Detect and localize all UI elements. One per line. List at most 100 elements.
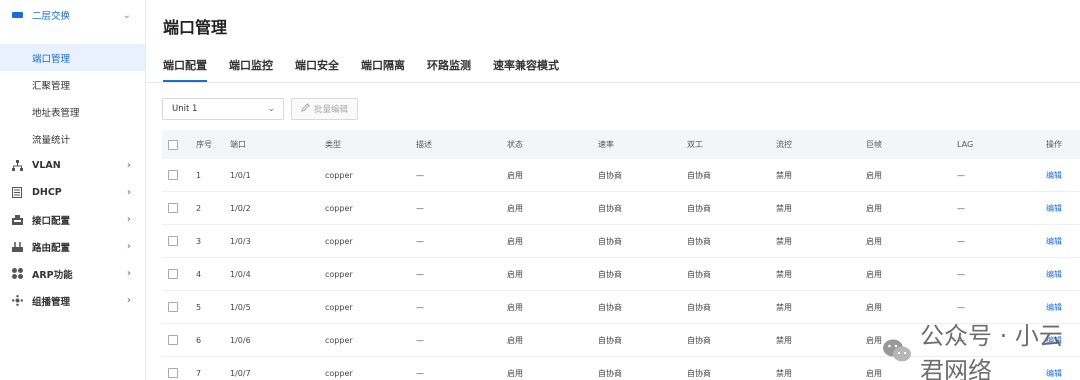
sidebar: 二层交换 ⌄ 端口管理 汇聚管理 地址表管理 流量统计 VLAN › DHCP … <box>0 0 146 380</box>
tab-port-config[interactable]: 端口配置 <box>163 56 207 82</box>
sidebar-item-label: VLAN <box>32 160 61 171</box>
sidebar-item-label: 地址表管理 <box>32 107 80 119</box>
cell-description: — <box>416 203 424 213</box>
cell-description: — <box>416 368 424 378</box>
sidebar-item-interface-config[interactable]: 接口配置 › <box>0 206 145 233</box>
dhcp-icon <box>11 187 23 199</box>
cell-jumbo-frame: 启用 <box>866 170 882 180</box>
cell-rate: 自协商 <box>598 236 622 246</box>
sidebar-item-port-management[interactable]: 端口管理 <box>0 44 145 71</box>
cell-duplex: 自协商 <box>687 269 711 279</box>
edit-link[interactable]: 编辑 <box>1046 302 1062 313</box>
cell-description: — <box>416 269 424 279</box>
edit-link[interactable]: 编辑 <box>1046 236 1062 247</box>
main-panel: 端口管理 端口配置 端口监控 端口安全 端口隔离 环路监测 速率兼容模式 Uni… <box>146 0 1080 380</box>
cell-duplex: 自协商 <box>687 302 711 312</box>
sidebar-item-label: 端口管理 <box>32 53 71 65</box>
sidebar-item-dhcp[interactable]: DHCP › <box>0 179 145 206</box>
arp-icon <box>11 268 23 280</box>
column-header-type: 类型 <box>325 140 341 149</box>
cell-description: — <box>416 335 424 345</box>
cell-description: — <box>416 170 424 180</box>
multicast-icon <box>11 295 23 307</box>
edit-link[interactable]: 编辑 <box>1046 203 1062 214</box>
row-checkbox[interactable] <box>168 335 178 345</box>
sidebar-item-label: 流量统计 <box>32 134 71 146</box>
cell-type: copper <box>325 335 353 345</box>
chevron-right-icon: › <box>126 295 131 306</box>
cell-no: 5 <box>196 302 202 312</box>
toolbar: Unit 1 ⌄ 批量编辑 <box>162 98 358 120</box>
cell-lag: — <box>957 203 965 213</box>
cell-flow-control: 禁用 <box>776 203 792 213</box>
cell-duplex: 自协商 <box>687 368 711 378</box>
sidebar-item-routing-config[interactable]: 路由配置 › <box>0 233 145 260</box>
column-header-action: 操作 <box>1046 140 1062 149</box>
row-checkbox[interactable] <box>168 302 178 312</box>
cell-rate: 自协商 <box>598 203 622 213</box>
cell-status: 启用 <box>507 302 523 312</box>
cell-no: 2 <box>196 203 202 213</box>
select-all-checkbox[interactable] <box>168 139 178 150</box>
cell-lag: — <box>957 236 965 246</box>
cell-jumbo-frame: 启用 <box>866 302 882 312</box>
edit-link[interactable]: 编辑 <box>1046 269 1062 280</box>
column-header-jumbo-frame: 巨帧 <box>866 140 882 149</box>
cell-flow-control: 禁用 <box>776 302 792 312</box>
row-checkbox[interactable] <box>168 269 178 279</box>
cell-flow-control: 禁用 <box>776 335 792 345</box>
edit-link[interactable]: 编辑 <box>1046 170 1062 181</box>
tab-port-monitor[interactable]: 端口监控 <box>229 56 273 82</box>
sidebar-item-multicast[interactable]: 组播管理 › <box>0 287 145 314</box>
sidebar-item-address-table[interactable]: 地址表管理 <box>0 98 145 125</box>
chevron-right-icon: › <box>126 268 131 279</box>
cell-port: 1/0/5 <box>230 302 251 312</box>
unit-select[interactable]: Unit 1 ⌄ <box>162 98 284 120</box>
cell-jumbo-frame: 启用 <box>866 368 882 378</box>
cell-no: 6 <box>196 335 202 345</box>
cell-type: copper <box>325 368 353 378</box>
table-header: 序号 端口 类型 描述 状态 速率 双工 流控 巨帧 LAG 操作 <box>162 130 1080 159</box>
cell-status: 启用 <box>507 236 523 246</box>
tab-rate-compat-mode[interactable]: 速率兼容模式 <box>493 56 559 82</box>
cell-type: copper <box>325 269 353 279</box>
tab-loop-detection[interactable]: 环路监测 <box>427 56 471 82</box>
table-row: 4 1/0/4 copper — 启用 自协商 自协商 禁用 启用 — 编辑 <box>162 258 1080 291</box>
cell-port: 1/0/4 <box>230 269 251 279</box>
cell-jumbo-frame: 启用 <box>866 203 882 213</box>
tab-port-security[interactable]: 端口安全 <box>295 56 339 82</box>
row-checkbox[interactable] <box>168 368 178 378</box>
cell-flow-control: 禁用 <box>776 269 792 279</box>
cell-port: 1/0/7 <box>230 368 251 378</box>
switch-icon <box>11 9 23 21</box>
sidebar-item-aggregation[interactable]: 汇聚管理 <box>0 71 145 98</box>
interface-icon <box>11 214 23 226</box>
cell-port: 1/0/3 <box>230 236 251 246</box>
router-icon <box>11 241 23 253</box>
cell-status: 启用 <box>507 335 523 345</box>
cell-duplex: 自协商 <box>687 170 711 180</box>
cell-lag: — <box>957 170 965 180</box>
column-header-flow-control: 流控 <box>776 140 792 149</box>
column-header-status: 状态 <box>507 140 523 149</box>
cell-lag: — <box>957 269 965 279</box>
cell-rate: 自协商 <box>598 170 622 180</box>
tab-port-isolation[interactable]: 端口隔离 <box>361 56 405 82</box>
column-header-description: 描述 <box>416 140 432 149</box>
sidebar-item-arp[interactable]: ARP功能 › <box>0 260 145 287</box>
tabs-divider <box>146 82 1080 83</box>
sidebar-group-l2-switching[interactable]: 二层交换 ⌄ <box>0 0 145 30</box>
row-checkbox[interactable] <box>168 236 178 246</box>
row-checkbox[interactable] <box>168 170 178 180</box>
row-checkbox[interactable] <box>168 203 178 213</box>
column-header-port: 端口 <box>230 140 246 149</box>
cell-duplex: 自协商 <box>687 335 711 345</box>
batch-edit-button[interactable]: 批量编辑 <box>291 98 358 120</box>
sidebar-item-label: 组播管理 <box>32 296 71 308</box>
tab-bar: 端口配置 端口监控 端口安全 端口隔离 环路监测 速率兼容模式 <box>163 56 559 82</box>
cell-type: copper <box>325 236 353 246</box>
sidebar-item-traffic-stats[interactable]: 流量统计 <box>0 125 145 152</box>
unit-select-value: Unit 1 <box>172 104 198 114</box>
sidebar-item-vlan[interactable]: VLAN › <box>0 152 145 179</box>
cell-jumbo-frame: 启用 <box>866 335 882 345</box>
